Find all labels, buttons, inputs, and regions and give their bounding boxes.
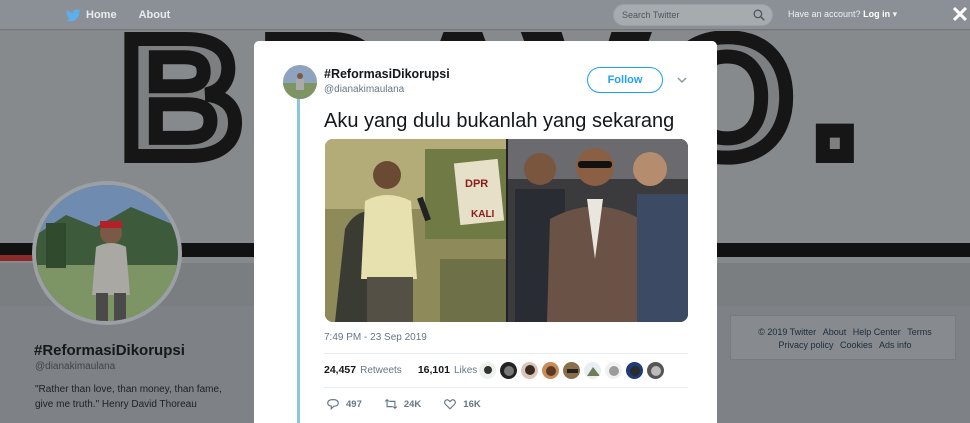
search-icon[interactable] bbox=[753, 9, 765, 21]
retweet-button[interactable]: 24K bbox=[384, 397, 421, 411]
profile-name: #ReformasiDikorupsi bbox=[34, 342, 185, 359]
divider bbox=[324, 353, 688, 354]
nav-home-link[interactable]: Home bbox=[66, 8, 117, 22]
reply-count: 497 bbox=[346, 398, 362, 410]
search-input[interactable] bbox=[622, 8, 742, 22]
tweet-author-avatar[interactable] bbox=[283, 65, 317, 99]
liker-avatar[interactable] bbox=[625, 361, 644, 380]
top-nav: Home About Have an account? Log in ▾ ✕ bbox=[0, 0, 970, 30]
close-icon[interactable]: ✕ bbox=[950, 4, 970, 26]
divider bbox=[324, 387, 688, 388]
like-action-count: 16K bbox=[463, 398, 481, 410]
retweet-count-label[interactable]: Retweets bbox=[360, 365, 402, 376]
tweet-author-handle[interactable]: @dianakimaulana bbox=[324, 84, 404, 95]
footer-copyright: © 2019 Twitter bbox=[758, 327, 817, 337]
liker-avatar[interactable] bbox=[541, 361, 560, 380]
follow-button[interactable]: Follow bbox=[587, 67, 663, 93]
login-area: Have an account? Log in ▾ bbox=[788, 9, 897, 20]
liker-avatar[interactable] bbox=[499, 361, 518, 380]
search-box[interactable] bbox=[613, 4, 773, 26]
footer-links: © 2019 Twitter About Help Center Terms P… bbox=[745, 326, 945, 352]
twitter-bird-icon bbox=[66, 8, 81, 21]
footer-terms-link[interactable]: Terms bbox=[907, 327, 932, 337]
nav-home-label: Home bbox=[86, 9, 117, 21]
reply-icon bbox=[327, 399, 339, 411]
profile-bio: "Rather than love, than money, than fame… bbox=[35, 382, 235, 412]
chevron-down-icon[interactable]: ▾ bbox=[893, 9, 898, 19]
profile-bio-line: give me truth." Henry David Thoreau bbox=[35, 399, 197, 410]
tweet-photo: DPR KALI bbox=[325, 139, 688, 322]
like-button[interactable]: 16K bbox=[443, 397, 481, 411]
like-count[interactable]: 16,101 bbox=[418, 364, 450, 376]
heart-icon bbox=[444, 399, 457, 410]
liker-avatars bbox=[478, 361, 665, 380]
nav-about-link[interactable]: About bbox=[139, 9, 171, 21]
thread-line bbox=[297, 99, 300, 423]
footer-privacy-link[interactable]: Privacy policy bbox=[778, 340, 833, 350]
protest-sign-text: DPR bbox=[465, 178, 488, 190]
liker-avatar[interactable] bbox=[562, 361, 581, 380]
tweet-timestamp[interactable]: 7:49 PM - 23 Sep 2019 bbox=[324, 332, 427, 343]
profile-bio-line: "Rather than love, than money, than fame… bbox=[35, 384, 222, 395]
like-count-label[interactable]: Likes bbox=[454, 365, 477, 376]
retweet-count[interactable]: 24,457 bbox=[324, 364, 356, 376]
protest-sign-text: KALI bbox=[471, 209, 495, 220]
tweet-text: Aku yang dulu bukanlah yang sekarang bbox=[324, 110, 675, 132]
liker-avatar[interactable] bbox=[646, 361, 665, 380]
footer-cookies-link[interactable]: Cookies bbox=[840, 340, 873, 350]
tweet-stats: 24,457 Retweets 16,101 Likes bbox=[324, 364, 477, 376]
account-prompt: Have an account? bbox=[788, 9, 861, 19]
profile-avatar[interactable] bbox=[32, 181, 182, 325]
liker-avatar[interactable] bbox=[583, 361, 602, 380]
tweet-actions: 497 24K 16K bbox=[326, 397, 503, 411]
liker-avatar[interactable] bbox=[478, 361, 497, 380]
footer-help-link[interactable]: Help Center bbox=[853, 327, 901, 337]
retweet-icon bbox=[384, 398, 397, 410]
reply-button[interactable]: 497 bbox=[326, 397, 362, 411]
login-link[interactable]: Log in bbox=[863, 9, 890, 19]
author-avatar-image bbox=[283, 65, 317, 99]
tweet-author-name[interactable]: #ReformasiDikorupsi bbox=[324, 67, 450, 81]
footer-ads-link[interactable]: Ads info bbox=[879, 340, 912, 350]
chevron-down-icon[interactable] bbox=[676, 74, 688, 86]
nav-links: Home About bbox=[66, 0, 170, 30]
retweet-action-count: 24K bbox=[403, 398, 422, 410]
liker-avatar[interactable] bbox=[520, 361, 539, 380]
liker-avatar[interactable] bbox=[604, 361, 623, 380]
tweet-media[interactable]: DPR KALI bbox=[325, 139, 688, 322]
profile-handle: @dianakimaulana bbox=[35, 361, 116, 372]
footer-about-link[interactable]: About bbox=[823, 327, 847, 337]
